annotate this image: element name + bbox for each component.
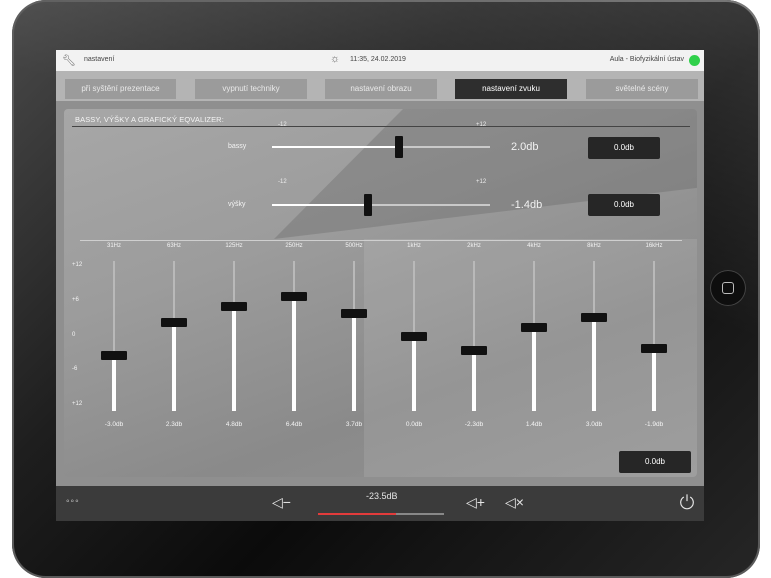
- eq-band-value: 2.3db: [165, 421, 183, 428]
- treble-value: -1.4db: [511, 199, 543, 211]
- eq-scale-label: +6: [72, 297, 79, 303]
- treble-slider-thumb[interactable]: [364, 194, 373, 216]
- section-divider: [72, 126, 690, 127]
- tab-light-scenes[interactable]: světelné scény: [586, 79, 698, 99]
- volume-bar-fill: [318, 513, 397, 515]
- eq-band-frequency: 125Hz: [225, 243, 243, 249]
- status-indicator: [689, 55, 700, 66]
- eq-band-value: -3.0db: [104, 421, 124, 428]
- eq-band-value: 0.0db: [405, 421, 423, 428]
- tab-picture[interactable]: nastavení obrazu: [325, 79, 437, 99]
- eq-band-value: -2.3db: [464, 421, 484, 428]
- eq-band-thumb[interactable]: [281, 292, 307, 301]
- tab-shutdown[interactable]: vypnutí techniky: [195, 79, 307, 99]
- screen: 🔧︎ nastavení ☼ 11:35, 24.02.2019 Aula - …: [56, 50, 704, 521]
- eq-band-fill: [652, 347, 656, 411]
- eq-band-value: 1.4db: [525, 421, 543, 428]
- eq-band-value: 3.7db: [345, 421, 363, 428]
- treble-max-label: +12: [476, 179, 487, 185]
- bass-reset-button[interactable]: 0.0db: [588, 137, 660, 159]
- tab-presentation[interactable]: při sуštění prezentace: [65, 79, 176, 99]
- home-button[interactable]: [710, 270, 746, 306]
- bass-value: 2.0db: [511, 141, 539, 153]
- bass-label: bassy: [228, 143, 247, 150]
- eq-band-frequency: 2kHz: [467, 243, 481, 249]
- eq-band-thumb[interactable]: [461, 346, 487, 356]
- eq-band-fill: [112, 354, 116, 411]
- eq-band-fill: [412, 336, 416, 411]
- eq-band-value: -1.9db: [644, 421, 664, 428]
- tab-bar: při sуštění prezentace vypnutí techniky …: [56, 71, 704, 101]
- eq-band-frequency: 16kHz: [645, 243, 663, 249]
- eq-scale-label: 0: [72, 332, 76, 338]
- eq-band-value: 6.4db: [285, 421, 303, 428]
- eq-band-thumb[interactable]: [341, 308, 367, 318]
- power-icon[interactable]: [678, 493, 696, 511]
- bottom-bar: ◦◦◦ ◁− -23.5dB ◁+ ◁×: [56, 486, 704, 521]
- eq-divider: [80, 240, 682, 241]
- eq-band-thumb[interactable]: [161, 317, 187, 327]
- eq-band-thumb[interactable]: [221, 302, 247, 311]
- eq-band-frequency: 8kHz: [587, 243, 601, 249]
- sun-icon: ☼: [330, 53, 341, 65]
- eq-band-thumb[interactable]: [401, 332, 427, 341]
- tab-sound[interactable]: nastavení zvuku: [455, 79, 567, 99]
- eq-band-thumb[interactable]: [101, 350, 127, 360]
- eq-scale-label: +12: [72, 262, 83, 268]
- eq-band-thumb[interactable]: [521, 323, 547, 333]
- bass-min-label: -12: [278, 122, 287, 128]
- eq-reset-button[interactable]: 0.0db: [619, 451, 691, 473]
- eq-band-frequency: 63Hz: [166, 243, 181, 249]
- eq-band-fill: [472, 350, 476, 411]
- eq-band-value: 4.8db: [225, 421, 243, 428]
- eq-band-frequency: 31Hz: [106, 243, 121, 249]
- settings-label: nastavení: [84, 56, 115, 63]
- eq-band-fill: [292, 296, 296, 411]
- top-bar: 🔧︎ nastavení ☼ 11:35, 24.02.2019 Aula - …: [56, 50, 704, 71]
- eq-band-fill: [592, 317, 596, 411]
- panel-shade: [274, 109, 697, 239]
- mute-icon[interactable]: ◁×: [505, 494, 524, 511]
- eq-band-frequency: 1kHz: [407, 243, 421, 249]
- room-name: Aula - Biofyzikální ústav: [609, 56, 684, 63]
- treble-reset-button[interactable]: 0.0db: [588, 194, 660, 216]
- home-square-icon: [722, 282, 734, 294]
- wrench-icon: 🔧︎: [62, 55, 76, 67]
- eq-band-fill: [352, 312, 356, 411]
- bass-max-label: +12: [476, 122, 487, 128]
- volume-down-icon[interactable]: ◁−: [272, 494, 291, 511]
- eq-band-fill: [172, 321, 176, 411]
- treble-label: výšky: [228, 201, 246, 208]
- volume-value: -23.5dB: [366, 491, 398, 501]
- eq-band-frequency: 4kHz: [527, 243, 541, 249]
- more-dots-icon[interactable]: ◦◦◦: [66, 496, 80, 507]
- treble-min-label: -12: [278, 179, 287, 185]
- eq-band-frequency: 250Hz: [285, 243, 303, 249]
- bass-slider-thumb[interactable]: [395, 136, 404, 158]
- eq-scale-label: -6: [72, 366, 78, 372]
- volume-up-icon[interactable]: ◁+: [466, 494, 485, 511]
- treble-fill: [272, 204, 369, 206]
- eq-band-value: 3.0db: [585, 421, 603, 428]
- eq-band-fill: [532, 327, 536, 411]
- eq-band-thumb[interactable]: [641, 343, 667, 353]
- eq-band-thumb[interactable]: [581, 313, 607, 323]
- eq-band-fill: [232, 306, 236, 411]
- sound-panel: BASSY, VÝŠKY A GRAFICKÝ EQVALIZER: -12 +…: [64, 109, 697, 477]
- eq-band-frequency: 500Hz: [345, 243, 363, 249]
- eq-scale-label: +12: [72, 401, 83, 407]
- datetime: 11:35, 24.02.2019: [350, 56, 406, 63]
- section-title: BASSY, VÝŠKY A GRAFICKÝ EQVALIZER:: [75, 115, 224, 124]
- bass-fill: [272, 146, 400, 148]
